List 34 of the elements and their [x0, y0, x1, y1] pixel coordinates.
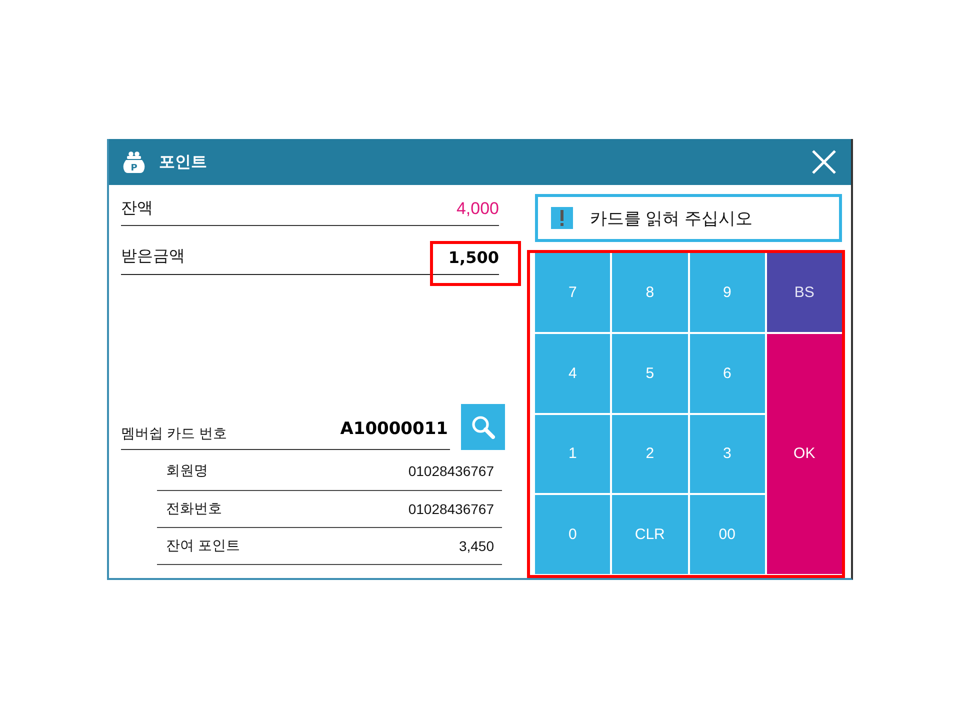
amount-label: 잔액 [121, 199, 153, 219]
window-title: 포인트 [159, 152, 207, 172]
detail-value: 01028436767 [408, 463, 494, 479]
amount-value: 1,500 [448, 248, 499, 267]
close-icon [812, 150, 836, 174]
keypad-key[interactable]: 7 [535, 253, 610, 332]
close-button[interactable] [811, 149, 837, 175]
keypad-key[interactable]: CLR [612, 495, 688, 574]
keypad-key[interactable]: 3 [690, 414, 765, 494]
card-number-value: A10000011 [340, 419, 448, 439]
search-icon [471, 415, 495, 439]
keypad-key[interactable]: 0 [535, 495, 610, 574]
keypad-key[interactable]: 00 [690, 495, 765, 574]
card-number-field[interactable]: 멤버쉽 카드 번호 A10000011 [121, 404, 450, 450]
alert-icon [551, 207, 573, 229]
keypad-key[interactable]: BS [766, 253, 842, 332]
search-button[interactable] [461, 404, 505, 450]
card-number-label: 멤버쉽 카드 번호 [121, 425, 227, 443]
keypad-key[interactable]: 8 [612, 253, 688, 332]
keypad-key[interactable]: OK [766, 334, 842, 574]
keypad-key[interactable]: 4 [535, 334, 610, 412]
keypad-key[interactable]: 6 [690, 334, 765, 412]
keypad-key[interactable]: 9 [690, 253, 765, 332]
message-text: 카드를 읽혀 주십시오 [590, 208, 752, 230]
keypad-key[interactable]: 2 [612, 414, 688, 494]
keypad-key[interactable]: 5 [612, 334, 688, 412]
detail-label: 잔여 포인트 [166, 537, 240, 555]
keypad-key[interactable]: 1 [535, 414, 610, 494]
detail-value: 3,450 [458, 538, 494, 554]
detail-label: 전화번호 [166, 500, 222, 518]
detail-label: 회원명 [166, 462, 208, 480]
amount-label: 받은금액 [121, 247, 185, 267]
detail-value: 01028436767 [408, 501, 494, 517]
amount-value: 4,000 [456, 199, 499, 219]
